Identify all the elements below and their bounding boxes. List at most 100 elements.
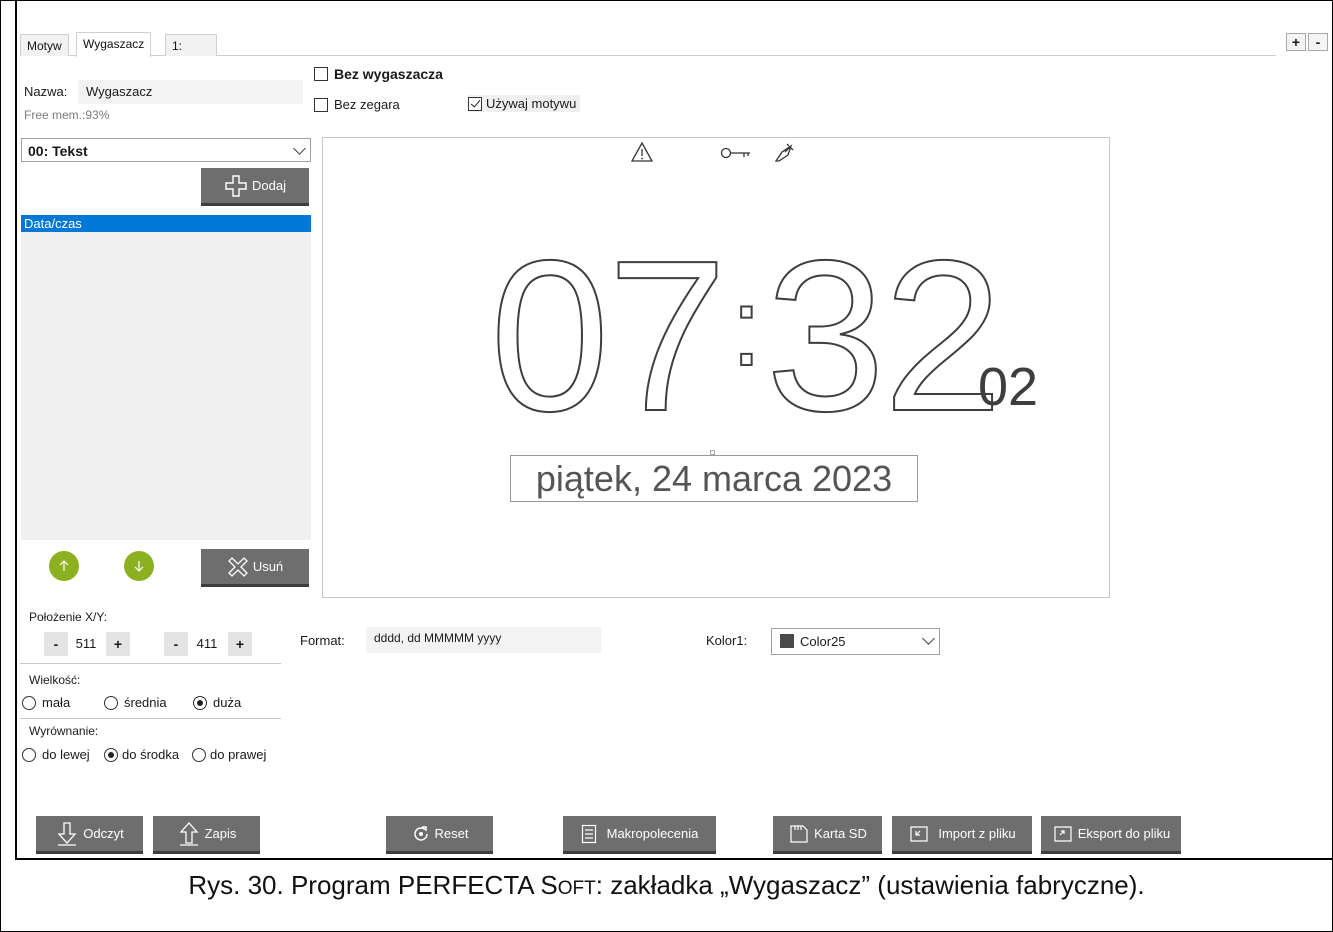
element-type-select[interactable]: 00: Tekst xyxy=(21,138,311,162)
reset-button[interactable]: Reset xyxy=(386,816,493,854)
element-type-value: 00: Tekst xyxy=(28,143,88,159)
macro-list-icon xyxy=(581,824,596,843)
arrow-up-icon xyxy=(59,560,69,571)
sd-card-icon xyxy=(790,824,808,843)
warning-icon xyxy=(630,141,654,162)
clock-colon: : xyxy=(730,266,763,389)
color-value: Color25 xyxy=(800,634,846,649)
tab-wygaszacz[interactable]: Wygaszacz xyxy=(76,32,152,57)
export-button[interactable]: Eksport do pliku xyxy=(1041,816,1181,854)
reset-icon xyxy=(413,825,428,841)
position-label: Położenie X/Y: xyxy=(29,610,108,624)
name-label: Nazwa: xyxy=(24,84,68,99)
zoom-in-button[interactable]: + xyxy=(1286,33,1306,51)
x-value[interactable]: 511 xyxy=(70,632,102,656)
chevron-down-icon xyxy=(293,142,306,155)
align-right-label: do prawej xyxy=(210,747,267,762)
size-small-label: mała xyxy=(42,695,71,710)
align-left-radio[interactable]: do lewej xyxy=(22,747,90,762)
radio-circle xyxy=(104,747,118,762)
radio-circle xyxy=(22,695,36,710)
macros-button-label: Makropolecenia xyxy=(606,826,699,841)
chevron-down-icon xyxy=(922,632,935,645)
add-button[interactable]: Dodaj xyxy=(201,168,309,206)
no-screensaver-label: Bez wygaszacza xyxy=(334,66,443,82)
y-value[interactable]: 411 xyxy=(190,632,224,656)
caption-suffix: : zakładka „Wygaszacz” (ustawienia fabry… xyxy=(595,870,1145,900)
x-increment-button[interactable]: + xyxy=(106,632,130,656)
elements-list[interactable]: Data/czas xyxy=(21,215,311,540)
read-button-label: Odczyt xyxy=(83,826,124,841)
key-icon xyxy=(720,147,750,159)
macros-button[interactable]: Makropolecenia xyxy=(563,816,716,854)
align-right-radio[interactable]: do prawej xyxy=(192,747,266,762)
align-center-radio[interactable]: do środka xyxy=(104,747,179,762)
plus-icon xyxy=(225,174,247,197)
divider xyxy=(20,663,281,664)
import-button-label: Import z pliku xyxy=(938,826,1016,841)
y-decrement-button[interactable]: - xyxy=(164,632,188,656)
use-theme-label: Używaj motywu xyxy=(486,96,577,111)
y-increment-button[interactable]: + xyxy=(228,632,252,656)
caption-small-caps: OFT xyxy=(557,878,596,899)
color-select[interactable]: Color25 xyxy=(771,628,940,655)
radio-circle xyxy=(193,695,207,710)
caption-prefix: Rys. 30. Program PERFECTA S xyxy=(188,870,558,900)
no-clock-label: Bez zegara xyxy=(334,97,400,112)
window-bottom-border xyxy=(15,858,1333,860)
import-icon xyxy=(910,825,928,842)
preview-clock: 07:32 xyxy=(489,227,1004,444)
clock-hours: 07 xyxy=(489,215,728,456)
size-medium-label: średnia xyxy=(124,695,167,710)
save-button-label: Zapis xyxy=(204,826,237,841)
alignment-label: Wyrównanie: xyxy=(29,724,99,738)
color-swatch xyxy=(780,634,794,648)
reset-button-label: Reset xyxy=(434,826,469,841)
checkbox-box xyxy=(468,96,482,111)
zoom-out-button[interactable]: - xyxy=(1308,33,1328,51)
import-button[interactable]: Import z pliku xyxy=(892,816,1032,854)
tab-bar: Motyw Wygaszacz 1: xyxy=(20,32,1276,57)
no-screensaver-checkbox[interactable]: Bez wygaszacza xyxy=(314,66,443,82)
use-theme-checkbox[interactable]: Używaj motywu xyxy=(468,95,581,112)
free-mem-label: Free mem.:93% xyxy=(24,108,110,122)
name-input[interactable]: Wygaszacz xyxy=(78,80,303,104)
save-button[interactable]: Zapis xyxy=(153,816,260,854)
move-up-button[interactable] xyxy=(49,551,79,581)
figure-caption: Rys. 30. Program PERFECTA SOFT: zakładka… xyxy=(0,870,1333,901)
preview-date[interactable]: piątek, 24 marca 2023 xyxy=(510,455,918,502)
format-input[interactable]: dddd, dd MMMMM yyyy xyxy=(366,627,601,653)
list-item[interactable]: Data/czas xyxy=(21,215,311,232)
export-icon xyxy=(1054,825,1072,842)
download-arrow-icon xyxy=(57,821,77,846)
tab-1[interactable]: 1: xyxy=(165,34,217,56)
align-center-label: do środka xyxy=(122,747,180,762)
divider xyxy=(20,718,281,719)
align-left-label: do lewej xyxy=(42,747,90,762)
size-large-radio[interactable]: duża xyxy=(193,695,241,710)
radio-circle xyxy=(22,747,36,762)
delete-x-icon xyxy=(227,556,248,577)
no-clock-checkbox[interactable]: Bez zegara xyxy=(314,97,400,112)
tab-motyw[interactable]: Motyw xyxy=(20,34,69,56)
remove-button-label: Usuń xyxy=(252,559,284,574)
x-decrement-button[interactable]: - xyxy=(44,632,68,656)
read-button[interactable]: Odczyt xyxy=(36,816,143,854)
export-button-label: Eksport do pliku xyxy=(1077,826,1171,841)
checkbox-box xyxy=(314,97,328,112)
sd-card-button-label: Karta SD xyxy=(814,826,867,841)
clock-minutes: 32 xyxy=(765,215,1004,456)
sd-card-button[interactable]: Karta SD xyxy=(773,816,882,854)
size-medium-radio[interactable]: średnia xyxy=(104,695,167,710)
move-down-button[interactable] xyxy=(124,551,154,581)
size-small-radio[interactable]: mała xyxy=(22,695,70,710)
remove-button[interactable]: Usuń xyxy=(201,549,309,587)
upload-arrow-icon xyxy=(179,821,199,846)
arrow-down-icon xyxy=(134,561,144,572)
radio-circle xyxy=(192,747,206,762)
add-button-label: Dodaj xyxy=(252,178,286,193)
size-large-label: duża xyxy=(213,695,242,710)
clock-seconds: 02 xyxy=(978,357,1039,417)
window-left-border xyxy=(15,0,17,859)
size-label: Wielkość: xyxy=(29,673,81,687)
